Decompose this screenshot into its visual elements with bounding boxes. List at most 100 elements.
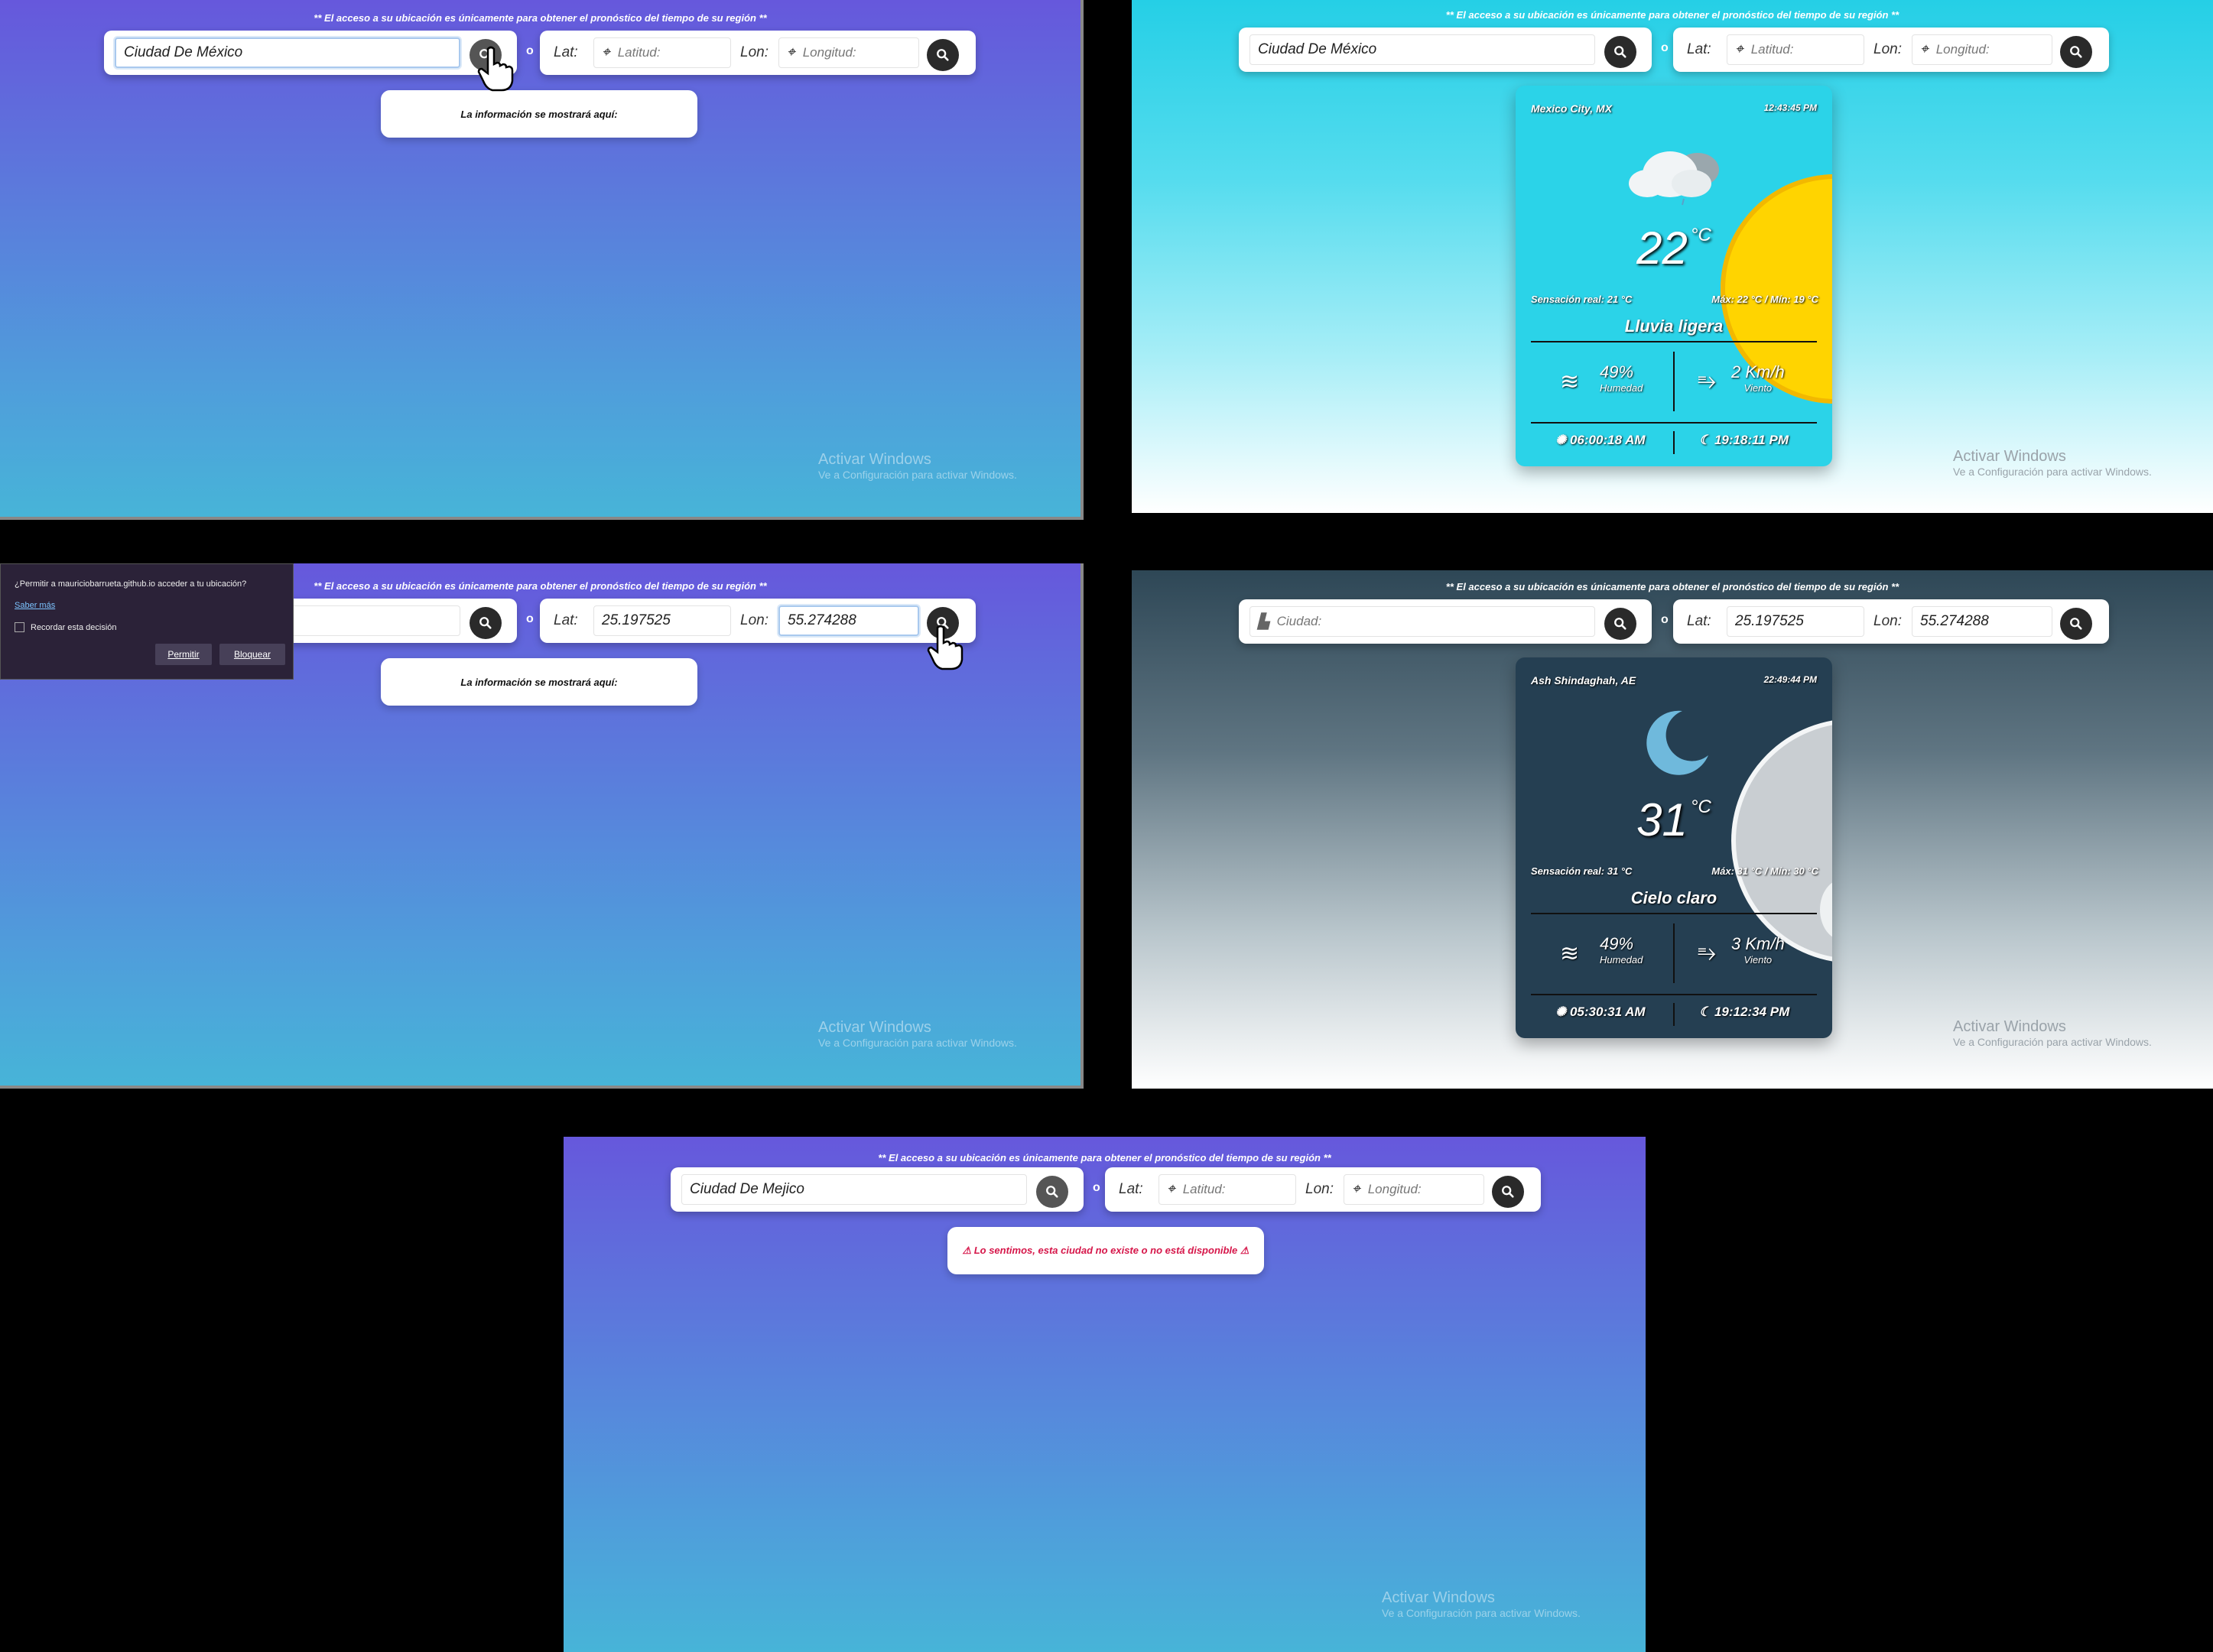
sunrise-icon: ✺ — [1555, 1005, 1570, 1019]
lon-placeholder: Longitud: — [1935, 42, 1990, 57]
temperature-unit: °C — [1690, 797, 1711, 817]
location-name: Ash Shindaghah, AE — [1531, 674, 1636, 686]
coord-search-button[interactable] — [2060, 608, 2092, 640]
lat-input[interactable]: 25.197525 — [1727, 606, 1864, 637]
feels-like: Sensación real: 21 °C — [1531, 294, 1633, 305]
coord-search-button[interactable] — [927, 39, 959, 71]
lat-label: Lat: — [554, 612, 578, 628]
city-input[interactable]: ▙ Ciudad: — [1249, 606, 1595, 637]
sunset-time: 19:12:34 PM — [1714, 1005, 1790, 1019]
sunset-time: 19:18:11 PM — [1714, 433, 1789, 447]
activate-windows-watermark: Activar Windows Ve a Configuración para a… — [818, 451, 1017, 481]
location-icon: ⌖ — [1735, 41, 1743, 57]
lat-input[interactable]: 25.197525 — [593, 605, 731, 636]
location-permission-dialog: ¿Permitir a mauriciobarrueta.github.io a… — [0, 563, 294, 680]
coord-search-box: Lat: ⌖ Latitud: Lon: ⌖ Longitud: — [540, 31, 976, 75]
sunrise: ✺ 06:00:18 AM — [1555, 433, 1646, 448]
lon-input[interactable]: ⌖ Longitud: — [1912, 34, 2052, 65]
city-input[interactable]: Ciudad De México — [1249, 34, 1595, 65]
humidity-icon: ≋ — [1560, 941, 1580, 966]
sunrise: ✺ 05:30:31 AM — [1555, 1005, 1646, 1020]
lon-label: Lon: — [740, 612, 769, 628]
lat-label: Lat: — [554, 44, 578, 60]
sunset: ☾ 19:12:34 PM — [1699, 1005, 1789, 1020]
separator: o — [526, 44, 534, 57]
weather-description: Lluvia ligera — [1624, 316, 1724, 336]
screen-coord-result: ** El acceso a su ubicación es únicament… — [1132, 570, 2213, 1089]
temperature-value: 31 — [1636, 794, 1688, 845]
watermark-title: Activar Windows — [1953, 448, 2066, 465]
divider — [1673, 352, 1675, 411]
permission-question: ¿Permitir a mauriciobarrueta.github.io a… — [15, 579, 247, 589]
city-search-button[interactable] — [470, 607, 502, 639]
search-icon — [1502, 1186, 1514, 1198]
city-search-button[interactable] — [1604, 36, 1636, 68]
privacy-notice: ** El acceso a su ubicación es únicament… — [878, 1152, 1331, 1164]
lat-input[interactable]: ⌖ Latitud: — [593, 37, 731, 68]
coord-search-box: Lat: ⌖ Latitud: Lon: ⌖ Longitud: — [1673, 28, 2109, 72]
watermark-subtitle: Ve a Configuración para activar Windows. — [818, 1037, 1017, 1049]
wind-stat: 2 Km/h Viento — [1731, 362, 1785, 394]
search-icon — [937, 49, 949, 61]
lon-input[interactable]: 55.274288 — [778, 605, 919, 636]
watermark-subtitle: Ve a Configuración para activar Windows. — [1382, 1607, 1581, 1619]
lat-label: Lat: — [1687, 41, 1711, 57]
privacy-notice: ** El acceso a su ubicación es únicament… — [1445, 581, 1899, 592]
remember-label: Recordar esta decisión — [31, 622, 117, 632]
search-icon — [1614, 46, 1626, 58]
screen-city-search: ** El acceso a su ubicación es únicament… — [0, 0, 1084, 520]
watermark-subtitle: Ve a Configuración para activar Windows. — [1953, 1036, 2152, 1048]
lon-label: Lon: — [740, 44, 769, 60]
city-input[interactable]: Ciudad De México — [115, 37, 460, 68]
remember-checkbox[interactable] — [15, 622, 24, 632]
separator: o — [526, 612, 534, 625]
lat-label: Lat: — [1687, 613, 1711, 629]
weather-description: Cielo claro — [1630, 888, 1717, 907]
block-button[interactable]: Bloquear — [219, 644, 285, 665]
lon-input[interactable]: ⌖ Longitud: — [1344, 1174, 1484, 1205]
max-min: Máx: 31 °C / Mín: 30 °C — [1711, 865, 1818, 877]
lat-input[interactable]: ⌖ Latitud: — [1727, 34, 1864, 65]
activate-windows-watermark: Activar Windows Ve a Configuración para a… — [1953, 1018, 2152, 1048]
divider — [1531, 422, 1817, 424]
divider — [1673, 1003, 1675, 1026]
sunrise-time: 05:30:31 AM — [1569, 1005, 1646, 1019]
watermark-subtitle: Ve a Configuración para activar Windows. — [1953, 466, 2152, 478]
wind-icon: ⥱ — [1698, 368, 1716, 394]
moon-small-icon: ☾ — [1699, 1005, 1714, 1019]
search-icon — [1046, 1186, 1058, 1198]
wind-label: Viento — [1743, 954, 1773, 966]
divider — [1531, 341, 1817, 342]
lon-label: Lon: — [1305, 1181, 1334, 1197]
activate-windows-watermark: Activar Windows Ve a Configuración para a… — [1382, 1589, 1581, 1619]
moon-small-icon: ☾ — [1699, 433, 1714, 447]
location-name: Mexico City, MX — [1531, 102, 1613, 115]
screen-coord-search: ¿Permitir a mauriciobarrueta.github.io a… — [0, 563, 1084, 1089]
error-message: ⚠ Lo sentimos, esta ciudad no existe o n… — [947, 1227, 1264, 1274]
lat-placeholder: Latitud: — [1182, 1182, 1226, 1196]
separator: o — [1661, 613, 1669, 626]
city-search-button[interactable] — [1036, 1176, 1068, 1208]
coord-search-button[interactable] — [1492, 1176, 1524, 1208]
humidity-stat: 49% Humedad — [1600, 934, 1643, 966]
allow-button[interactable]: Permitir — [155, 644, 212, 665]
city-input[interactable]: Ciudad De Mejico — [681, 1174, 1027, 1205]
location-icon: ⌖ — [602, 44, 610, 60]
remember-decision[interactable]: Recordar esta decisión — [15, 622, 117, 632]
city-search-box: ▙ Ciudad: — [1239, 599, 1652, 644]
learn-more-link[interactable]: Saber más — [15, 601, 55, 610]
city-search-button[interactable] — [1604, 608, 1636, 640]
screen-city-error: ** El acceso a su ubicación es únicament… — [564, 1137, 1646, 1652]
lat-input[interactable]: ⌖ Latitud: — [1158, 1174, 1296, 1205]
weather-card: Ash Shindaghah, AE 22:49:44 PM 31 °C Sens… — [1516, 657, 1832, 1038]
humidity-value: 49% — [1600, 934, 1634, 953]
temperature-value: 22 — [1636, 222, 1688, 274]
max-min: Máx: 22 °C / Mín: 19 °C — [1711, 294, 1818, 305]
lon-input[interactable]: ⌖ Longitud: — [778, 37, 919, 68]
sunrise-icon: ✺ — [1555, 433, 1570, 447]
lon-input[interactable]: 55.274288 — [1912, 606, 2052, 637]
humidity-icon: ≋ — [1560, 369, 1580, 394]
coord-search-button[interactable] — [2060, 36, 2092, 68]
lon-label: Lon: — [1873, 613, 1902, 629]
watermark-title: Activar Windows — [1953, 1018, 2066, 1035]
